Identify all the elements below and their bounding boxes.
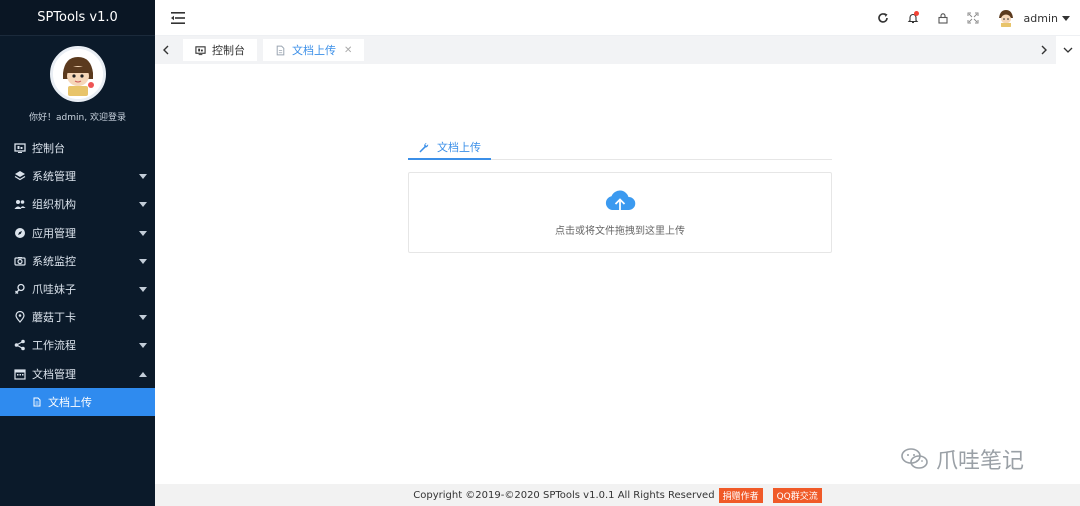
- chevron-down-icon: [1062, 15, 1070, 21]
- tab-dashboard[interactable]: 控制台: [183, 39, 257, 61]
- sidebar-item-dashboard[interactable]: 控制台: [0, 134, 155, 162]
- sidebar-subitem-label: 文档上传: [48, 395, 92, 409]
- tab-label: 控制台: [212, 44, 245, 57]
- cloud-upload-icon: [603, 188, 637, 216]
- location-pin-icon: [14, 311, 26, 324]
- footer: Copyright ©2019-©2020 SPTools v1.0.1 All…: [155, 484, 1080, 506]
- tab-upload[interactable]: 文档上传: [408, 136, 491, 160]
- file-dropzone[interactable]: 点击或将文件拖拽到这里上传: [408, 172, 832, 253]
- bell-icon[interactable]: [898, 0, 928, 36]
- wechat-icon: [900, 447, 930, 471]
- tab-document-upload[interactable]: 文档上传 ✕: [263, 39, 365, 61]
- monitor-icon: [195, 45, 206, 56]
- sidebar-item-workflow[interactable]: 工作流程: [0, 331, 155, 359]
- chevron-down-icon: [139, 202, 147, 208]
- refresh-icon[interactable]: [868, 0, 898, 36]
- chevron-up-icon: [139, 371, 147, 377]
- app-title: SPTools v1.0: [0, 0, 155, 36]
- chevron-left-icon[interactable]: [155, 36, 177, 64]
- users-icon: [14, 198, 26, 210]
- avatar: [995, 8, 1016, 28]
- sidebar-item-mushroom[interactable]: 蘑菇丁卡: [0, 303, 155, 331]
- sidebar-item-label: 控制台: [32, 142, 65, 156]
- avatar[interactable]: [49, 46, 106, 102]
- lock-icon[interactable]: [928, 0, 958, 36]
- sidebar-item-apps[interactable]: 应用管理: [0, 219, 155, 247]
- tab-label: 文档上传: [437, 141, 481, 154]
- sidebar-item-label: 系统管理: [32, 170, 76, 184]
- camera-icon: [14, 255, 26, 267]
- dropzone-hint: 点击或将文件拖拽到这里上传: [555, 226, 685, 237]
- sidebar-menu: 控制台 系统管理 组织机构 应用管理 系统监控 爪哇妹子 蘑菇丁卡 工作流程 文…: [0, 134, 155, 416]
- chevron-down-icon: [139, 258, 147, 264]
- chevron-down-icon[interactable]: [1056, 36, 1080, 64]
- sidebar-item-label: 系统监控: [32, 254, 76, 268]
- chevron-down-icon: [139, 343, 147, 349]
- chevron-down-icon: [139, 230, 147, 236]
- sidebar-item-label: 爪哇妹子: [32, 283, 76, 297]
- page-tabs-bar: 控制台 文档上传 ✕: [155, 36, 1080, 64]
- upload-panel-tabs: 文档上传: [408, 136, 832, 160]
- chevron-down-icon: [139, 287, 147, 293]
- user-name: admin: [1023, 11, 1058, 25]
- sidebar-item-organization[interactable]: 组织机构: [0, 190, 155, 218]
- main-content: 文档上传 点击或将文件拖拽到这里上传: [155, 64, 1080, 484]
- chevron-right-icon[interactable]: [1032, 36, 1056, 64]
- sidebar-item-label: 文档管理: [32, 367, 76, 381]
- user-menu[interactable]: admin: [995, 8, 1070, 28]
- sidebar-item-documents[interactable]: 文档管理: [0, 360, 155, 388]
- calendar-icon: [14, 368, 26, 380]
- notification-badge: [913, 11, 919, 16]
- monitor-icon: [14, 142, 26, 154]
- header-actions: admin: [868, 0, 1070, 36]
- sidebar-item-label: 组织机构: [32, 198, 76, 212]
- sidebar-item-label: 应用管理: [32, 226, 76, 240]
- chevron-down-icon: [139, 315, 147, 321]
- compass-icon: [14, 227, 26, 239]
- welcome-text: 你好！admin, 欢迎登录: [29, 113, 126, 123]
- donate-tag[interactable]: 捐赠作者: [718, 487, 763, 503]
- sidebar-item-label: 蘑菇丁卡: [32, 311, 76, 325]
- sidebar-item-label: 工作流程: [32, 339, 76, 353]
- chevron-down-icon: [139, 174, 147, 180]
- sidebar-item-java-girl[interactable]: 爪哇妹子: [0, 275, 155, 303]
- sidebar-subitem-document-upload[interactable]: 文档上传: [0, 387, 155, 416]
- share-icon: [14, 339, 26, 351]
- wrench-icon: [418, 142, 429, 153]
- female-icon: [14, 283, 26, 295]
- close-icon[interactable]: ✕: [344, 45, 352, 56]
- copyright-text: Copyright ©2019-©2020 SPTools v1.0.1 All…: [413, 489, 715, 501]
- file-icon: [275, 45, 286, 56]
- fullscreen-icon[interactable]: [958, 0, 988, 36]
- user-profile: 你好！admin, 欢迎登录: [0, 36, 155, 128]
- layers-icon: [14, 170, 26, 182]
- watermark-text: 爪哇笔记: [936, 449, 1025, 474]
- file-icon: [32, 397, 42, 407]
- tabs-controls: [1032, 36, 1080, 64]
- sidebar: SPTools v1.0 你好！admin, 欢迎登录 控制台 系统管理 组织机…: [0, 0, 155, 506]
- upload-panel: 文档上传 点击或将文件拖拽到这里上传: [408, 136, 832, 253]
- watermark: 爪哇笔记: [900, 444, 1024, 474]
- qq-group-tag[interactable]: QQ群交流: [772, 487, 822, 503]
- tab-label: 文档上传: [292, 44, 336, 57]
- top-header: admin: [155, 0, 1080, 36]
- sidebar-item-monitor[interactable]: 系统监控: [0, 247, 155, 275]
- sidebar-item-system[interactable]: 系统管理: [0, 162, 155, 190]
- menu-toggle-icon[interactable]: [171, 11, 185, 24]
